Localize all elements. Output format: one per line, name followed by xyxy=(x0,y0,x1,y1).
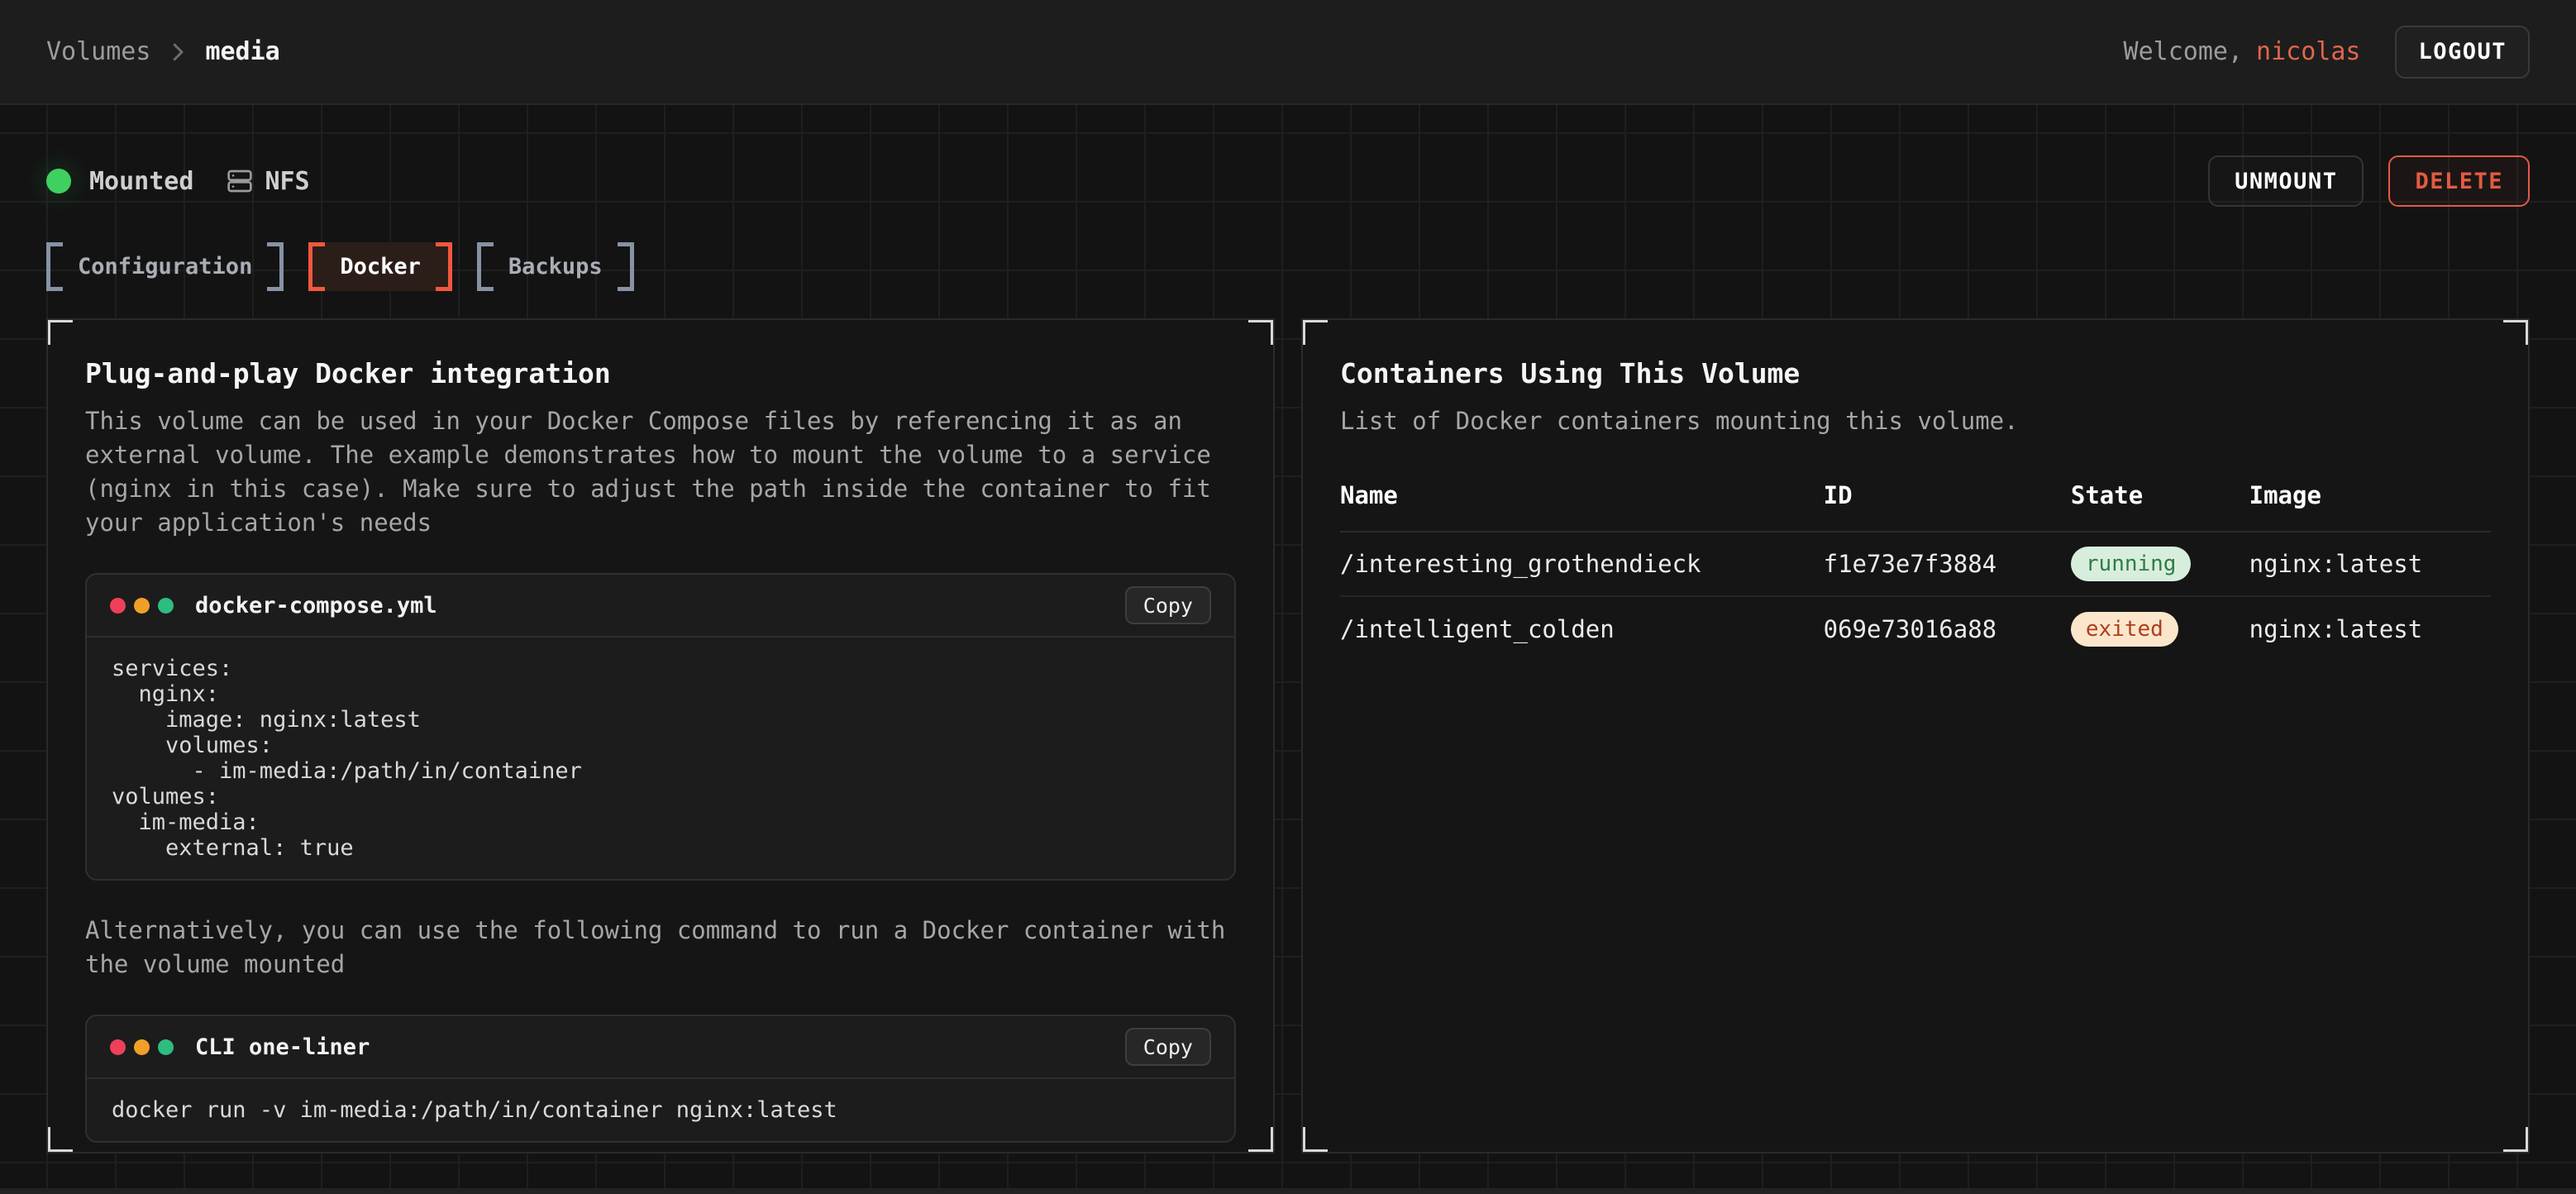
container-state: exited xyxy=(2071,612,2249,647)
logout-button[interactable]: LOGOUT xyxy=(2395,26,2530,79)
cli-code-header: CLI one-liner Copy xyxy=(87,1016,1234,1079)
tab-docker[interactable]: Docker xyxy=(308,242,452,291)
panel-corner-decoration xyxy=(1248,1127,1275,1153)
docker-integration-panel: Plug-and-play Docker integration This vo… xyxy=(46,318,1275,1153)
red-dot-icon xyxy=(110,598,126,614)
panel-corner-decoration xyxy=(2503,318,2530,345)
window-traffic-lights-icon xyxy=(110,1039,174,1055)
volume-detail-page: Volumes media Welcome, nicolas LOGOUT Mo… xyxy=(0,0,2576,1194)
header-right: Welcome, nicolas LOGOUT xyxy=(2124,26,2530,79)
docker-panel-title: Plug-and-play Docker integration xyxy=(85,357,1236,389)
compose-code-block: docker-compose.yml Copy services: nginx:… xyxy=(85,573,1236,881)
containers-panel-title: Containers Using This Volume xyxy=(1340,357,2491,389)
chevron-right-icon xyxy=(165,40,190,64)
column-header-state: State xyxy=(2071,481,2249,509)
compose-code-content: services: nginx: image: nginx:latest vol… xyxy=(87,638,1234,879)
tab-backups[interactable]: Backups xyxy=(477,242,634,291)
welcome-text: Welcome, nicolas xyxy=(2124,37,2361,66)
panels-row: Plug-and-play Docker integration This vo… xyxy=(46,318,2530,1153)
cli-code-block: CLI one-liner Copy docker run -v im-medi… xyxy=(85,1015,1236,1143)
copy-cli-button[interactable]: Copy xyxy=(1125,1028,1211,1066)
container-image: nginx:latest xyxy=(2249,550,2491,578)
breadcrumb-volumes-link[interactable]: Volumes xyxy=(46,37,150,66)
copy-compose-button[interactable]: Copy xyxy=(1125,586,1211,624)
welcome-prefix: Welcome, xyxy=(2124,37,2244,66)
containers-table-header: Name ID State Image xyxy=(1340,481,2491,533)
filesystem-type-label: NFS xyxy=(265,167,309,196)
delete-button[interactable]: DELETE xyxy=(2388,155,2530,207)
tab-configuration[interactable]: Configuration xyxy=(46,242,284,291)
green-dot-icon xyxy=(158,1039,174,1055)
window-traffic-lights-icon xyxy=(110,598,174,614)
column-header-name: Name xyxy=(1340,481,1824,509)
mounted-status-dot-icon xyxy=(46,169,71,193)
docker-panel-description: This volume can be used in your Docker C… xyxy=(85,404,1236,540)
container-row: /intelligent_colden 069e73016a88 exited … xyxy=(1340,597,2491,661)
server-icon xyxy=(227,168,253,194)
amber-dot-icon xyxy=(134,598,150,614)
container-state: running xyxy=(2071,547,2249,581)
username: nicolas xyxy=(2256,37,2360,66)
breadcrumb-current-volume: media xyxy=(205,37,279,66)
panel-corner-decoration xyxy=(46,1127,73,1153)
column-header-image: Image xyxy=(2249,481,2491,509)
volume-status-row: Mounted NFS UNMOUNT DELETE xyxy=(46,155,2530,207)
unmount-button[interactable]: UNMOUNT xyxy=(2208,155,2364,207)
containers-table: Name ID State Image /interesting_grothen… xyxy=(1340,481,2491,661)
panel-corner-decoration xyxy=(2503,1127,2530,1153)
containers-panel-subtitle: List of Docker containers mounting this … xyxy=(1340,404,2491,438)
green-dot-icon xyxy=(158,598,174,614)
red-dot-icon xyxy=(110,1039,126,1055)
volume-status-indicators: Mounted NFS xyxy=(46,167,310,196)
cli-intro-text: Alternatively, you can use the following… xyxy=(85,914,1236,981)
volume-tabs: Configuration Docker Backups xyxy=(46,242,2530,291)
main-content: Mounted NFS UNMOUNT DELETE Configuration xyxy=(0,105,2576,1194)
cli-code-content: docker run -v im-media:/path/in/containe… xyxy=(87,1079,1234,1141)
panel-corner-decoration xyxy=(1301,318,1328,345)
panel-corner-decoration xyxy=(46,318,73,345)
status-badge: exited xyxy=(2071,612,2178,647)
panel-corner-decoration xyxy=(1301,1127,1328,1153)
status-badge: running xyxy=(2071,547,2192,581)
panel-corner-decoration xyxy=(1248,318,1275,345)
container-name: /interesting_grothendieck xyxy=(1340,550,1824,578)
mounted-status-label: Mounted xyxy=(89,167,193,196)
container-image: nginx:latest xyxy=(2249,615,2491,643)
amber-dot-icon xyxy=(134,1039,150,1055)
containers-panel: Containers Using This Volume List of Doc… xyxy=(1301,318,2530,1153)
filesystem-type: NFS xyxy=(227,167,309,196)
volume-actions: UNMOUNT DELETE xyxy=(2208,155,2530,207)
container-name: /intelligent_colden xyxy=(1340,615,1824,643)
bottom-grid-band xyxy=(0,1188,2576,1194)
compose-code-header: docker-compose.yml Copy xyxy=(87,575,1234,638)
breadcrumb: Volumes media xyxy=(46,37,280,66)
top-bar: Volumes media Welcome, nicolas LOGOUT xyxy=(0,0,2576,105)
cli-block-title: CLI one-liner xyxy=(195,1034,370,1060)
column-header-id: ID xyxy=(1824,481,2071,509)
container-row: /interesting_grothendieck f1e73e7f3884 r… xyxy=(1340,533,2491,597)
container-id: 069e73016a88 xyxy=(1824,615,2071,643)
compose-filename: docker-compose.yml xyxy=(195,593,437,618)
container-id: f1e73e7f3884 xyxy=(1824,550,2071,578)
